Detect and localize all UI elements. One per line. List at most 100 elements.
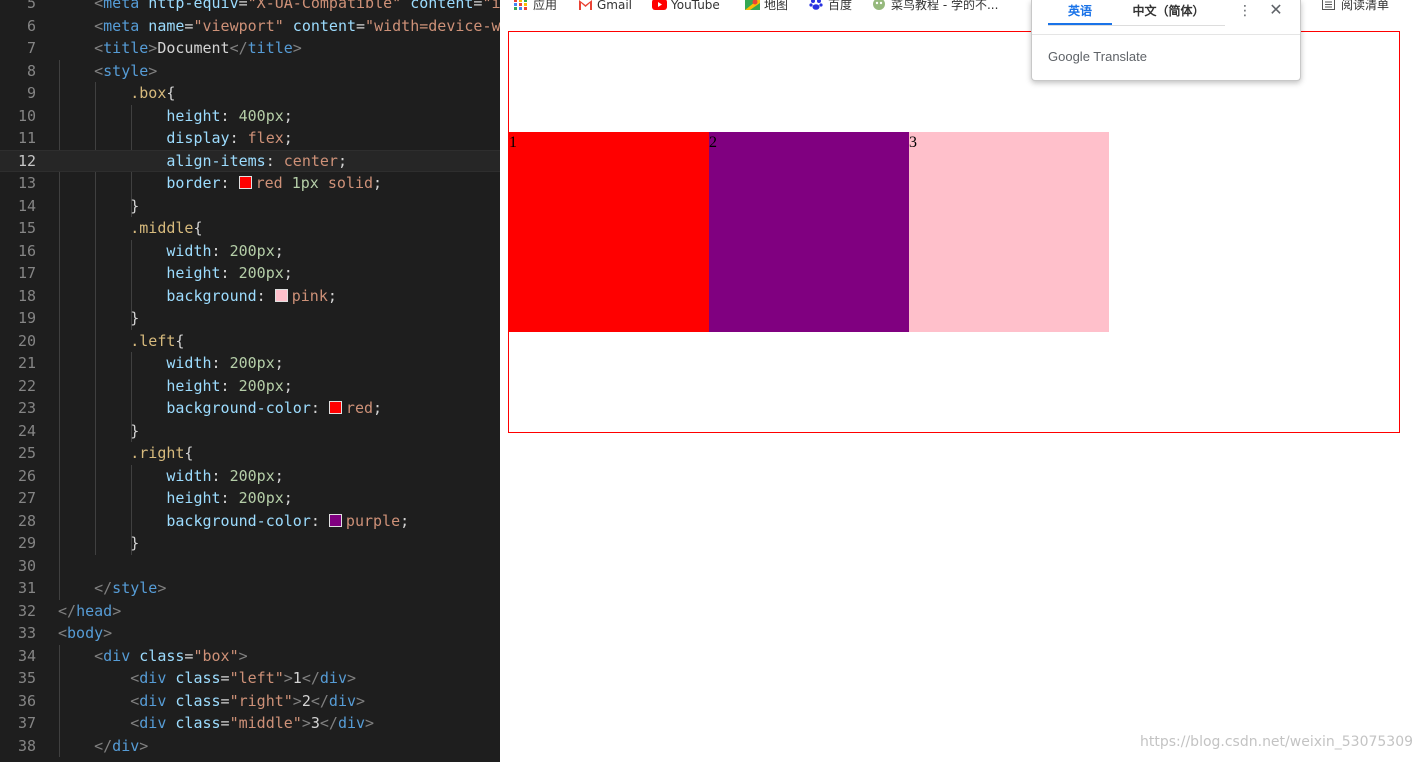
tab-source-language[interactable]: 英语 [1048, 3, 1112, 25]
bookmark-label: 百度 [828, 0, 853, 12]
code-text: background-color: purple; [166, 511, 410, 530]
code-line[interactable]: 18 background: pink; [0, 285, 500, 308]
line-number: 36 [17, 691, 36, 710]
code-text: } [130, 421, 140, 440]
code-text: align-items: center; [166, 151, 347, 170]
line-number: 38 [17, 736, 36, 755]
code-line[interactable]: 25 .right{ [0, 442, 500, 465]
code-line[interactable]: 37 <div class="middle">3</div> [0, 712, 500, 735]
baidu-icon [809, 0, 823, 10]
bookmark-label: 菜鸟教程 - 学的不... [891, 0, 999, 12]
code-text: height: 400px; [166, 106, 293, 125]
code-line[interactable]: 26 width: 200px; [0, 465, 500, 488]
maps-icon [745, 0, 760, 10]
code-line[interactable]: 20 .left{ [0, 330, 500, 353]
code-line[interactable]: 12 align-items: center; [0, 149, 500, 172]
tab-target-language[interactable]: 中文（简体） [1112, 3, 1225, 23]
page-viewport: 1 2 3 [500, 22, 1421, 762]
flex-box: 1 2 3 [508, 31, 1400, 433]
code-line[interactable]: 31 </style> [0, 577, 500, 600]
line-number: 23 [17, 399, 36, 417]
code-line[interactable]: 27 height: 200px; [0, 487, 500, 510]
youtube-icon [652, 0, 667, 10]
line-number: 11 [17, 129, 36, 147]
code-line[interactable]: 17 height: 200px; [0, 262, 500, 285]
watermark: https://blog.csdn.net/weixin_53075309 [1140, 734, 1414, 750]
code-editor[interactable]: 5 <meta http-equiv="X-UA-Compatible" cont… [0, 0, 500, 762]
code-line[interactable]: 13 border: red 1px solid; [0, 172, 500, 195]
line-number: 8 [26, 61, 36, 80]
bookmark-gmail[interactable]: Gmail [578, 0, 632, 13]
color-swatch[interactable] [238, 176, 252, 189]
code-line[interactable]: 8 <style> [0, 60, 500, 83]
code-text: height: 200px; [166, 376, 293, 395]
line-number: 16 [17, 241, 36, 260]
bookmark-maps[interactable]: 地图 [745, 0, 788, 13]
line-number: 6 [26, 16, 36, 35]
code-line[interactable]: 29} [0, 532, 500, 555]
line-number: 19 [17, 309, 36, 327]
code-line[interactable]: 6 <meta name="viewport" content="width=de… [0, 15, 500, 38]
color-swatch[interactable] [328, 401, 342, 414]
color-swatch[interactable] [328, 513, 342, 527]
gmail-icon [578, 0, 592, 10]
bookmark-baidu[interactable]: 百度 [809, 0, 852, 13]
code-line[interactable]: 24} [0, 420, 500, 443]
code-line[interactable]: 14} [0, 195, 500, 218]
code-line[interactable]: 33 <body> [0, 622, 500, 645]
code-line[interactable]: 30 [0, 555, 500, 578]
code-text: </head> [58, 601, 122, 620]
code-line[interactable]: 15 .middle{ [0, 217, 500, 240]
code-text: <meta name="viewport" content="width=dev… [94, 16, 500, 35]
code-line[interactable]: 21 width: 200px; [0, 352, 500, 375]
line-number: 27 [17, 489, 36, 507]
translate-brand: Google Translate [1048, 49, 1147, 64]
code-text: <body> [58, 624, 113, 642]
bookmark-label: 阅读清单 [1341, 0, 1390, 12]
code-line[interactable]: 28 background-color: purple; [0, 510, 500, 533]
code-line[interactable]: 34 <div class="box"> [0, 645, 500, 668]
color-swatch[interactable] [274, 288, 288, 302]
code-line[interactable]: 7 <title>Document</title> [0, 37, 500, 60]
line-number: 7 [26, 39, 36, 57]
bookmark-label: 地图 [764, 0, 789, 12]
code-line[interactable]: 16 width: 200px; [0, 240, 500, 263]
code-line[interactable]: 36 <div class="right">2</div> [0, 690, 500, 713]
code-text: </div> [94, 736, 149, 755]
code-line[interactable]: 5 <meta http-equiv="X-UA-Compatible" cont… [0, 0, 500, 15]
line-number: 37 [17, 714, 36, 732]
close-icon[interactable]: ✕ [1266, 0, 1286, 20]
apps-grid-icon [514, 0, 527, 10]
line-number: 24 [17, 421, 36, 440]
code-line[interactable]: 9 .box{ [0, 82, 500, 105]
code-line[interactable]: 38 </div> [0, 735, 500, 758]
bookmark-runoob[interactable]: 菜鸟教程 - 学的不... [872, 0, 998, 13]
code-text: } [130, 309, 140, 327]
code-line[interactable]: 32 </head> [0, 600, 500, 623]
code-line[interactable]: 22 height: 200px; [0, 375, 500, 398]
code-line[interactable]: 23 background-color: red; [0, 397, 500, 420]
bookmark-youtube[interactable]: YouTube [652, 0, 720, 13]
code-text: width: 200px; [166, 241, 284, 260]
line-number: 18 [17, 286, 36, 305]
code-line[interactable]: 19} [0, 307, 500, 330]
line-number: 26 [17, 466, 36, 485]
translate-brand-text: Google Translate [1048, 49, 1148, 64]
translate-popup: 英语 中文（简体） ⋮ ✕ Google Translate [1031, 0, 1301, 81]
line-number: 34 [17, 646, 36, 665]
more-options-icon[interactable]: ⋮ [1237, 1, 1253, 21]
code-text: .middle{ [130, 219, 203, 237]
line-number: 13 [17, 174, 36, 192]
line-number: 29 [17, 534, 36, 552]
tab-underline [1048, 25, 1225, 26]
code-line[interactable]: 10 height: 400px; [0, 105, 500, 128]
code-line[interactable]: 35 <div class="left">1</div> [0, 667, 500, 690]
code-line[interactable]: 11 display: flex; [0, 127, 500, 150]
code-text: <div class="right">2</div> [130, 691, 366, 710]
bookmark-apps[interactable]: 应用 [514, 0, 557, 13]
code-text: <div class="left">1</div> [130, 669, 357, 687]
code-text: width: 200px; [166, 354, 284, 372]
code-text: display: flex; [166, 129, 293, 147]
bookmark-reading-list[interactable]: 阅读清单 [1322, 0, 1389, 13]
bookmark-label: 应用 [533, 0, 558, 12]
